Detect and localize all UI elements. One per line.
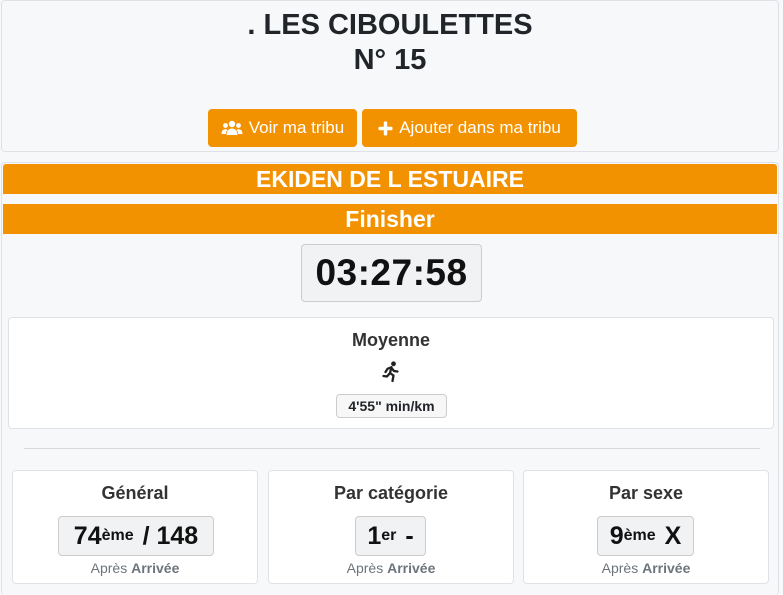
- after-prefix: Après: [601, 560, 639, 576]
- after-prefix: Après: [90, 560, 128, 576]
- rank-suffix: ème: [101, 527, 134, 544]
- add-to-tribe-label: Ajouter dans ma tribu: [399, 118, 561, 137]
- race-card: EKIDEN DE L ESTUAIRE Finisher 03:27:58 M…: [1, 162, 779, 595]
- average-pace-box: Moyenne 4'55" min/km: [8, 317, 774, 429]
- users-icon: [221, 120, 243, 135]
- finish-time: 03:27:58: [301, 244, 482, 302]
- sex-ranking-after: Après Arrivée: [524, 560, 768, 576]
- after-point: Arrivée: [131, 560, 180, 576]
- plus-icon: [378, 121, 393, 135]
- after-point: Arrivée: [387, 560, 436, 576]
- rank-suffix: er: [381, 527, 397, 544]
- category-ranking: Par catégorie 1 er - Après Arrivée: [268, 470, 514, 584]
- category-ranking-value: 1 er -: [355, 516, 426, 556]
- category-ranking-after: Après Arrivée: [269, 560, 513, 576]
- rank-total: / 148: [135, 521, 199, 550]
- sex-ranking-value: 9 ème X: [597, 516, 694, 556]
- race-name: EKIDEN DE L ESTUAIRE: [3, 164, 777, 194]
- view-tribe-label: Voir ma tribu: [248, 118, 345, 137]
- team-name: . LES CIBOULETTES: [247, 9, 533, 41]
- sex-ranking: Par sexe 9 ème X Après Arrivée: [523, 470, 769, 584]
- after-prefix: Après: [346, 560, 384, 576]
- sex-ranking-title: Par sexe: [608, 483, 684, 503]
- finisher-status: Finisher: [3, 204, 777, 234]
- rank-total: X: [657, 521, 682, 550]
- rank-total: -: [398, 521, 414, 550]
- pace-value: 4'55" min/km: [336, 394, 447, 418]
- general-ranking: Général 74 ème / 148 Après Arrivée: [12, 470, 258, 584]
- rank-number: 74: [73, 521, 102, 550]
- general-ranking-value: 74 ème / 148: [58, 516, 214, 556]
- divider: [24, 448, 760, 449]
- rank-number: 9: [609, 521, 624, 550]
- running-icon: [382, 361, 399, 383]
- category-ranking-title: Par catégorie: [333, 483, 449, 503]
- rank-number: 1: [367, 521, 382, 550]
- after-point: Arrivée: [642, 560, 691, 576]
- average-label: Moyenne: [351, 330, 430, 350]
- add-to-tribe-button[interactable]: Ajouter dans ma tribu: [362, 109, 577, 147]
- view-tribe-button[interactable]: Voir ma tribu: [208, 109, 357, 147]
- team-number: N° 15: [353, 44, 427, 76]
- general-ranking-after: Après Arrivée: [13, 560, 257, 576]
- general-ranking-title: Général: [101, 483, 169, 503]
- team-card: . LES CIBOULETTES N° 15 Voir ma tribu Aj…: [1, 0, 779, 152]
- rank-suffix: ème: [623, 527, 656, 544]
